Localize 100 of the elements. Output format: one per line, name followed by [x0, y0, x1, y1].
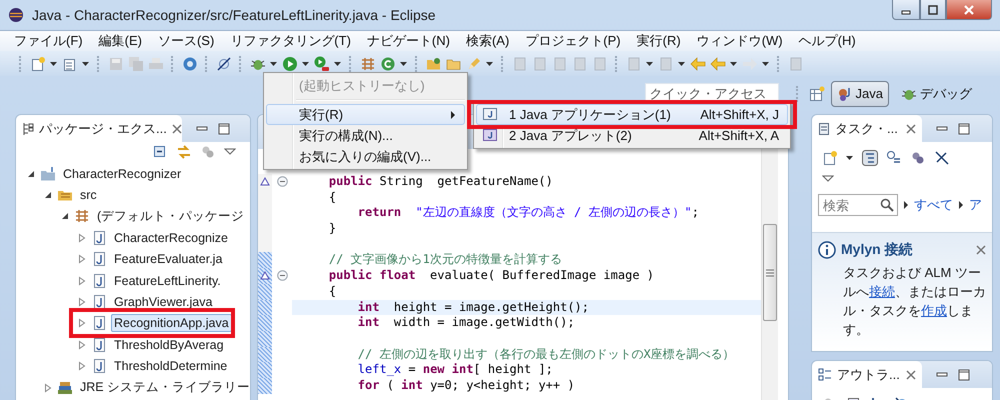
tree-item[interactable]: src	[77, 186, 100, 204]
maximize-icon[interactable]	[958, 122, 970, 134]
fold-icon[interactable]	[276, 270, 288, 282]
code-token: =	[407, 362, 417, 376]
code-token: // 左側の辺を取り出す（各行の最も左側のドットのX座標を調べる）	[356, 346, 735, 361]
menu-item[interactable]: プロジェクト(P)	[525, 32, 621, 50]
code-token: "左辺の直線度（文字の高さ / 左側の辺の長さ）"	[414, 205, 692, 220]
menu-item[interactable]: ウィンドウ(W)	[696, 32, 783, 50]
menu-item[interactable]: 検索(A)	[466, 32, 510, 50]
view-menu-icon[interactable]	[224, 147, 236, 157]
close-icon[interactable]	[906, 370, 916, 380]
menu-item[interactable]: 編集(E)	[98, 32, 142, 50]
menu-item[interactable]: ヘルプ(H)	[798, 32, 856, 50]
new-file-icon[interactable]	[30, 56, 46, 72]
package-explorer-icon	[22, 122, 34, 136]
connect-link[interactable]: 接続	[869, 284, 895, 299]
expanded-arrow-icon[interactable]	[60, 211, 70, 222]
menu-item[interactable]: ナビゲート(N)	[366, 32, 450, 50]
code-token: public	[328, 174, 372, 188]
filter-link[interactable]: ア	[969, 196, 982, 214]
run-icon[interactable]	[282, 56, 298, 72]
tree-item[interactable]: ThresholdDetermine	[111, 357, 230, 376]
link-arrows-icon[interactable]	[176, 144, 192, 160]
crossed-circle-icon[interactable]	[216, 56, 232, 72]
mylyn-title: Mylyn 接続	[841, 241, 914, 259]
collapsed-arrow-icon[interactable]	[77, 232, 87, 243]
menu-item[interactable]: ソース(S)	[158, 32, 214, 50]
menu-item[interactable]: リファクタリング(T)	[230, 32, 351, 50]
expanded-arrow-icon[interactable]	[26, 168, 36, 179]
collapsed-arrow-icon[interactable]	[43, 382, 53, 393]
code-token: return	[356, 205, 402, 220]
search-icon	[880, 198, 894, 212]
collapsed-arrow-icon[interactable]	[77, 318, 87, 328]
gear-icon[interactable]	[182, 56, 198, 72]
tree-item[interactable]: GraphViewer.java	[111, 293, 216, 312]
eclipse-logo-icon	[8, 7, 24, 23]
filter-arrow-icon	[958, 200, 964, 210]
close-icon	[963, 4, 975, 14]
tree-item[interactable]: CharacterRecognizer	[60, 164, 184, 183]
create-link[interactable]: 作成	[921, 303, 947, 318]
package-icon	[74, 208, 90, 224]
maximize-icon[interactable]	[218, 122, 230, 134]
java-file-icon	[91, 336, 107, 353]
close-button[interactable]	[946, 0, 992, 20]
maximize-icon[interactable]	[958, 368, 970, 380]
view-menu-icon[interactable]	[822, 174, 834, 184]
maximize-icon	[928, 4, 938, 14]
run-tools-icon[interactable]	[314, 56, 330, 72]
expanded-arrow-icon[interactable]	[43, 190, 53, 200]
collapsed-arrow-icon[interactable]	[77, 340, 87, 350]
tree-item[interactable]: RecognitionApp.java	[111, 314, 232, 332]
menu-item[interactable]: 実行(R)	[636, 32, 681, 50]
crossed-pin-icon[interactable]	[934, 150, 950, 166]
close-icon[interactable]	[976, 245, 986, 255]
task-list-icon	[818, 122, 830, 136]
menu-item[interactable]: 1 Java アプリケーション(1) Alt+Shift+X, J	[476, 104, 788, 125]
menu-item[interactable]: ファイル(F)	[14, 32, 83, 50]
scroll-thumb[interactable]	[763, 224, 777, 321]
java-applet-icon	[482, 127, 498, 143]
java-app-icon	[482, 106, 498, 122]
info-icon	[818, 241, 836, 259]
tree-item[interactable]: FeatureEvaluater.ja	[111, 250, 226, 268]
package-icon[interactable]	[360, 56, 376, 72]
tree-item[interactable]: (デフォルト・パッケージ	[94, 206, 248, 227]
open-perspective-icon[interactable]	[808, 86, 825, 102]
code-token: height = image.getHeight();	[392, 300, 589, 314]
close-icon[interactable]	[172, 124, 182, 134]
perspective-button[interactable]: Java	[830, 80, 889, 106]
close-icon[interactable]	[906, 124, 916, 134]
tree-item[interactable]: FeatureLeftLinerity.	[111, 272, 224, 290]
collapse-all-icon[interactable]	[152, 144, 168, 160]
new-task-icon[interactable]	[822, 150, 838, 166]
scheduled-icon[interactable]	[886, 150, 902, 166]
code-token: y=0; y<height; y++ )	[429, 378, 575, 392]
collapsed-arrow-icon[interactable]	[77, 297, 87, 308]
tree-item[interactable]: CharacterRecognize	[111, 228, 231, 247]
menu-item[interactable]: 2 Java アプレット(2) Alt+Shift+X, A	[476, 125, 788, 146]
tree-item[interactable]: ThresholdByAverag	[111, 336, 227, 354]
tree-item[interactable]: JRE システム・ライブラリー	[77, 377, 250, 398]
minimize-button[interactable]	[892, 0, 920, 20]
perspective-button[interactable]: デバッグ	[895, 80, 978, 106]
menu-item[interactable]: 実行の構成(N)...	[266, 125, 465, 146]
fold-icon[interactable]	[276, 176, 288, 188]
collapsed-arrow-icon[interactable]	[77, 254, 87, 264]
code-token: width = image.getWidth();	[392, 315, 575, 330]
collapsed-arrow-icon[interactable]	[77, 276, 87, 286]
filter-link[interactable]: すべて	[914, 196, 953, 214]
folder-open-icon[interactable]	[426, 56, 442, 72]
menu-item[interactable]: 実行(R)	[266, 104, 465, 125]
search-field[interactable]: 検索	[818, 194, 898, 216]
menu-item[interactable]: お気に入りの編成(V)...	[266, 146, 465, 167]
code-token: left_x	[356, 362, 402, 376]
code-token: (	[386, 378, 395, 392]
code-token: {	[328, 190, 336, 204]
code-token: [ height ];	[473, 362, 553, 376]
categorized-icon[interactable]	[862, 150, 878, 166]
collapsed-arrow-icon[interactable]	[77, 361, 87, 372]
maximize-button[interactable]	[920, 0, 946, 20]
code-token: String getFeatureName()	[378, 174, 553, 188]
scrollbar[interactable]	[761, 149, 778, 400]
